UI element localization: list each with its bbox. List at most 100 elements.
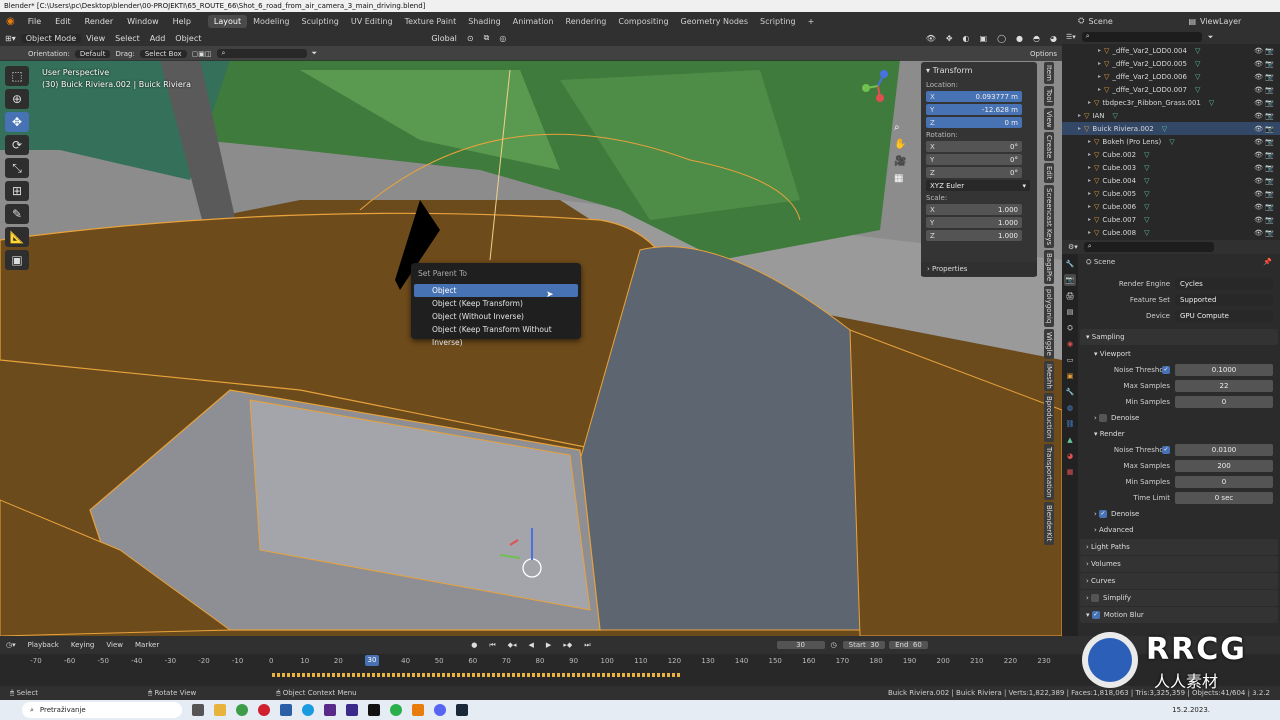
r-denoise-checkbox[interactable]: ✓ (1099, 510, 1108, 518)
expand-toggle-icon[interactable]: ▸ (1088, 190, 1091, 197)
modifier-tab-icon[interactable]: 🔧 (1064, 386, 1076, 398)
outliner-row[interactable]: ▸ ▽ Cube.004 ▽ 👁 📷 (1062, 174, 1280, 187)
scale-y-field[interactable]: Y 1.000 (926, 217, 1022, 228)
steam-icon[interactable] (456, 704, 468, 716)
outliner-row[interactable]: ▸ ▽ _dffe_Var2_LOD0.006 ▽ 👁 📷 (1062, 70, 1280, 83)
options-dropdown[interactable]: Options (1025, 50, 1062, 58)
outliner-row[interactable]: ▸ ▽ _dffe_Var2_LOD0.004 ▽ 👁 📷 (1062, 44, 1280, 57)
pivot-icon[interactable]: ⊙ (462, 34, 479, 43)
vp-min-samples-field[interactable]: 0 (1175, 396, 1273, 408)
render-engine-dropdown[interactable]: Cycles (1175, 278, 1273, 290)
menu-render[interactable]: Render (78, 17, 120, 26)
outliner-row[interactable]: ▸ ▽ Cube.003 ▽ 👁 📷 (1062, 161, 1280, 174)
frame-ruler[interactable]: -70 -60 -50 -40 -30 -20 -10 0 10 20 30 40 50 60 70 80 90… (0, 655, 1062, 667)
tab-edit[interactable]: Edit (1044, 163, 1054, 183)
xray-icon[interactable]: ▣ (975, 34, 993, 43)
snap-icon[interactable]: ⧉ (479, 33, 495, 43)
menu-keying[interactable]: Keying (65, 641, 101, 649)
tab-sculpting[interactable]: Sculpting (296, 15, 345, 28)
shading-rendered-icon[interactable]: ◕ (1045, 34, 1062, 43)
menu-window[interactable]: Window (120, 17, 166, 26)
data-tab-icon[interactable]: ▲ (1064, 434, 1076, 446)
outliner-item-name[interactable]: tbdpec3r_Ribbon_Grass.001 (1102, 99, 1200, 107)
outliner-item-name[interactable]: Buick Riviera.002 (1092, 125, 1153, 133)
tab-polygoniq[interactable]: polygoniq (1044, 286, 1054, 327)
zoom-icon[interactable]: ⌕ (894, 122, 908, 133)
visibility-toggle-icon[interactable]: 👁 📷 (1254, 99, 1274, 107)
add-cube-tool-icon[interactable]: ▣ (5, 250, 29, 270)
tiktok-icon[interactable] (368, 704, 380, 716)
vp-denoise-checkbox[interactable] (1099, 414, 1108, 422)
outliner-editor-icon[interactable]: ☰▾ (1066, 33, 1076, 41)
timeline-editor-icon[interactable]: ◷▾ (0, 641, 22, 649)
pin-icon[interactable]: 📌 (1263, 258, 1272, 266)
tab-transportation[interactable]: Transportation (1044, 443, 1054, 501)
expand-toggle-icon[interactable]: ▸ (1088, 216, 1091, 223)
rotation-y-field[interactable]: Y 0° (926, 154, 1022, 165)
tab-uv-editing[interactable]: UV Editing (345, 15, 399, 28)
visibility-icon[interactable]: 👁 (921, 34, 941, 43)
render-tab-icon[interactable]: 📷 (1064, 274, 1076, 286)
menu-help[interactable]: Help (166, 17, 198, 26)
move-tool-icon[interactable]: ✥ (5, 112, 29, 132)
chrome-icon[interactable] (236, 704, 248, 716)
render-subpanel[interactable]: ▾ Render (1080, 426, 1278, 442)
properties-subpanel[interactable]: › Properties (921, 262, 1037, 276)
advanced-subpanel[interactable]: › Advanced (1080, 522, 1278, 538)
feature-set-dropdown[interactable]: Supported (1175, 294, 1273, 306)
outliner-row[interactable]: ▸ ▽ Cube.005 ▽ 👁 📷 (1062, 187, 1280, 200)
menu-timeline-view[interactable]: View (100, 641, 129, 649)
blender-taskbar-icon[interactable] (412, 704, 424, 716)
expand-toggle-icon[interactable]: ▸ (1088, 229, 1091, 236)
light-paths-panel[interactable]: › Light Paths (1080, 539, 1278, 555)
outliner-item-name[interactable]: _dffe_Var2_LOD0.005 (1112, 60, 1187, 68)
expand-toggle-icon[interactable]: ▸ (1088, 138, 1091, 145)
menu-marker[interactable]: Marker (129, 641, 165, 649)
preview-range-icon[interactable]: ◷ (825, 641, 843, 649)
time-limit-field[interactable]: 0 sec (1175, 492, 1273, 504)
whatsapp-icon[interactable] (390, 704, 402, 716)
tab-layout[interactable]: Layout (207, 14, 248, 28)
expand-toggle-icon[interactable]: ▸ (1088, 203, 1091, 210)
playhead[interactable]: 30 (365, 655, 379, 666)
device-dropdown[interactable]: GPU Compute (1175, 310, 1273, 322)
tab-texture-paint[interactable]: Texture Paint (399, 15, 463, 28)
shading-wireframe-icon[interactable]: ◯ (992, 34, 1011, 43)
object-tab-icon[interactable]: ▣ (1064, 370, 1076, 382)
outliner-row[interactable]: ▸ ▽ Cube.002 ▽ 👁 📷 (1062, 148, 1280, 161)
taskbar-search[interactable]: ⌕ Pretraživanje (22, 702, 182, 718)
outliner-row[interactable]: ▸ ▽ Cube.008 ▽ 👁 📷 (1062, 226, 1280, 239)
rotation-x-field[interactable]: X 0° (926, 141, 1022, 152)
scene-name[interactable]: Scene (1088, 17, 1184, 26)
tab-rendering[interactable]: Rendering (560, 15, 613, 28)
scene-icon[interactable]: ⛭ (1074, 16, 1088, 26)
transform-header[interactable]: ▾ Transform (926, 66, 1032, 75)
outliner-item-name[interactable]: Cube.006 (1102, 203, 1136, 211)
visibility-toggle-icon[interactable]: 👁 📷 (1254, 73, 1274, 81)
menu-file[interactable]: File (21, 17, 48, 26)
add-workspace-icon[interactable]: + (802, 17, 821, 26)
expand-toggle-icon[interactable]: ▸ (1098, 86, 1101, 93)
visibility-toggle-icon[interactable]: 👁 📷 (1254, 151, 1274, 159)
tab-item[interactable]: Item (1044, 62, 1054, 84)
navigation-gizmo[interactable] (858, 66, 898, 106)
gizmo-icon[interactable]: ✥ (941, 34, 958, 43)
menu-playback[interactable]: Playback (22, 641, 65, 649)
menu-view[interactable]: View (81, 34, 110, 43)
r-max-samples-field[interactable]: 200 (1175, 460, 1273, 472)
tab-animation[interactable]: Animation (507, 15, 560, 28)
simplify-checkbox[interactable] (1091, 594, 1100, 602)
annotate-tool-icon[interactable]: ✎ (5, 204, 29, 224)
scale-z-field[interactable]: Z 1.000 (926, 230, 1022, 241)
expand-toggle-icon[interactable]: ▸ (1078, 125, 1081, 132)
rotation-z-field[interactable]: Z 0° (926, 167, 1022, 178)
motion-blur-checkbox[interactable]: ✓ (1091, 611, 1100, 619)
pan-hand-icon[interactable]: ✋ (894, 139, 908, 150)
menu-item-object-keep-transform-without-inverse[interactable]: Object (Keep Transform Without Inverse) (414, 323, 578, 347)
outliner-row[interactable]: ▸ ▽ Buick Riviera.002 ▽ 👁 📷 (1062, 122, 1280, 135)
task-view-icon[interactable] (192, 704, 204, 716)
outliner-item-name[interactable]: Cube.007 (1102, 216, 1136, 224)
physics-tab-icon[interactable]: ◍ (1064, 402, 1076, 414)
vp-denoise-subpanel[interactable]: › Denoise (1080, 410, 1278, 426)
menu-edit[interactable]: Edit (48, 17, 78, 26)
